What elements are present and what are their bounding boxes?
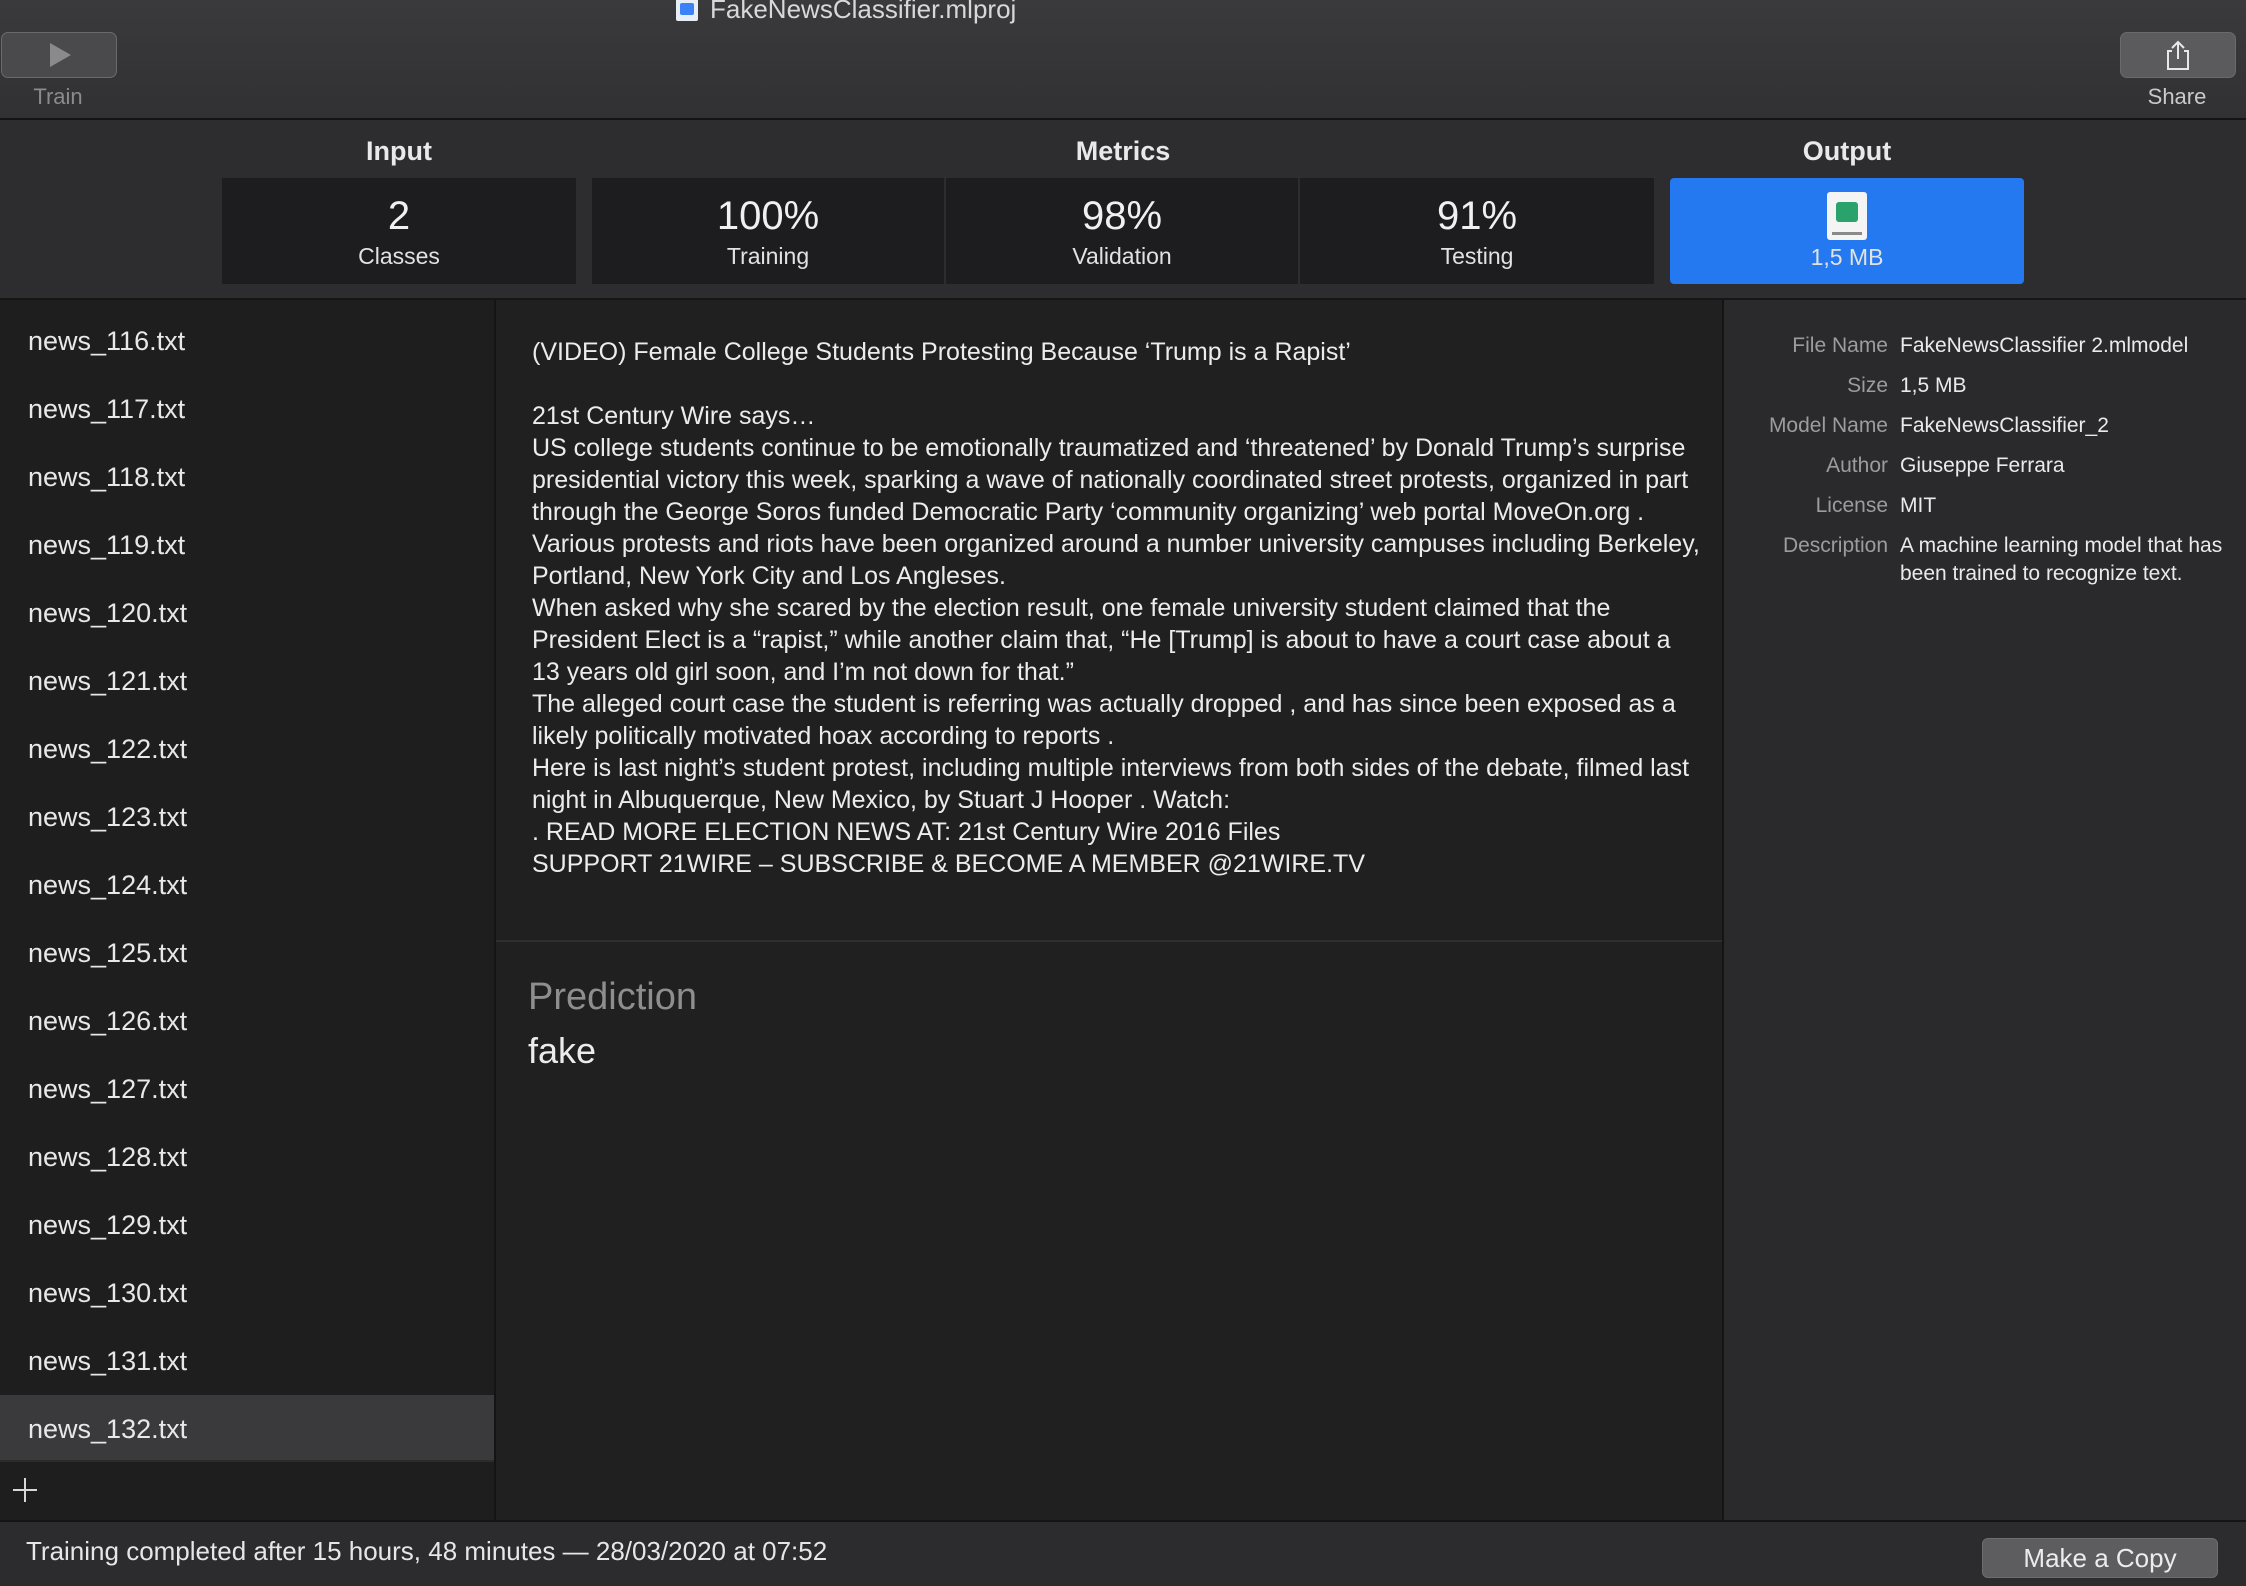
file-name: news_124.txt (28, 869, 188, 900)
metadata-key: File Name (1792, 334, 1888, 357)
file-name: news_128.txt (28, 1141, 188, 1172)
testing-metric-card[interactable]: 91% Testing (1300, 178, 1654, 284)
file-name: news_127.txt (28, 1073, 188, 1104)
metadata-value: FakeNewsClassifier_2 (1900, 414, 2109, 437)
prediction-label: Prediction (528, 976, 697, 1018)
testing-accuracy: 91% (1436, 193, 1518, 238)
file-list-item[interactable]: news_127.txt (0, 1055, 494, 1123)
file-name: news_116.txt (28, 325, 186, 356)
metadata-value: MIT (1900, 494, 1937, 517)
article-line: . READ MORE ELECTION NEWS AT: 21st Centu… (532, 818, 1281, 846)
article-line: Various protests and riots have been org… (532, 530, 1700, 590)
file-name: news_131.txt (28, 1345, 188, 1376)
article-text: (VIDEO) Female College Students Protesti… (532, 336, 1702, 880)
metadata-key: License (1815, 494, 1888, 517)
training-caption: Training (726, 242, 810, 269)
file-name: news_125.txt (28, 937, 188, 968)
share-icon (2167, 40, 2189, 70)
file-name: news_119.txt (28, 529, 186, 560)
file-name: news_130.txt (28, 1277, 188, 1308)
classes-count: 2 (387, 193, 411, 238)
metadata-key: Size (1847, 374, 1888, 397)
preview-pane: (VIDEO) Female College Students Protesti… (496, 300, 1722, 1520)
article-line: US college students continue to be emoti… (532, 434, 1689, 526)
validation-caption: Validation (1072, 242, 1172, 269)
validation-metric-card[interactable]: 98% Validation (946, 178, 1298, 284)
file-list-item[interactable]: news_120.txt (0, 579, 494, 647)
article-line: The alleged court case the student is re… (532, 690, 1676, 750)
train-label: Train (33, 84, 83, 109)
article-line: 21st Century Wire says… (532, 402, 816, 430)
file-list-item[interactable]: news_122.txt (0, 715, 494, 783)
file-name: news_129.txt (28, 1209, 188, 1240)
validation-accuracy: 98% (1081, 193, 1163, 238)
make-a-copy-button[interactable]: Make a Copy (1982, 1538, 2218, 1578)
file-list-item[interactable]: news_116.txt (0, 307, 494, 375)
output-size: 1,5 MB (1810, 243, 1884, 270)
add-file-icon[interactable] (12, 1476, 38, 1502)
file-name: news_117.txt (28, 393, 186, 424)
file-name: news_121.txt (28, 665, 188, 696)
file-name: news_132.txt (28, 1413, 188, 1444)
mlmodel-file-icon (1827, 191, 1867, 240)
sidebar-footer (0, 1460, 494, 1522)
window-title: FakeNewsClassifier.mlproj (676, 0, 1016, 24)
toolbar: FakeNewsClassifier.mlproj Train Share (0, 0, 2246, 120)
article-line: When asked why she scared by the electio… (532, 594, 1671, 686)
file-list-item[interactable]: news_131.txt (0, 1327, 494, 1395)
file-name: news_123.txt (28, 801, 188, 832)
output-section-label: Output (1802, 136, 1892, 166)
file-list-item[interactable]: news_129.txt (0, 1191, 494, 1259)
file-list-item-selected[interactable]: news_132.txt (0, 1395, 494, 1463)
file-list-sidebar: news_116.txt news_117.txt news_118.txt n… (0, 300, 496, 1522)
training-metric-card[interactable]: 100% Training (592, 178, 944, 284)
share-label: Share (2147, 84, 2207, 109)
file-list-item[interactable]: news_126.txt (0, 987, 494, 1055)
testing-caption: Testing (1440, 242, 1514, 269)
file-list-item[interactable]: news_124.txt (0, 851, 494, 919)
train-button[interactable] (1, 32, 117, 78)
article-line: SUPPORT 21WIRE – SUBSCRIBE & BECOME A ME… (532, 850, 1365, 878)
metadata-key: Author (1826, 454, 1888, 477)
prediction-divider (496, 940, 1722, 942)
file-list-item[interactable]: news_125.txt (0, 919, 494, 987)
model-metadata-panel (1722, 300, 2246, 1520)
file-list-item[interactable]: news_121.txt (0, 647, 494, 715)
metadata-key: Description (1782, 534, 1888, 557)
input-section-label: Input (366, 136, 432, 166)
input-classes-card[interactable]: 2 Classes (222, 178, 576, 284)
metadata-value: Giuseppe Ferrara (1900, 454, 2065, 477)
metrics-section-label: Metrics (1075, 136, 1171, 166)
metadata-value: A machine learning model that has been t… (1900, 534, 2223, 585)
play-icon (50, 43, 71, 67)
window-title-text: FakeNewsClassifier.mlproj (710, 0, 1017, 24)
metadata-key: Model Name (1768, 414, 1888, 437)
metadata-value: 1,5 MB (1900, 374, 1967, 397)
article-line: Here is last night’s student protest, in… (532, 754, 1690, 814)
file-list-item[interactable]: news_119.txt (0, 511, 494, 579)
status-bar: Training completed after 15 hours, 48 mi… (0, 1520, 2246, 1586)
metadata-value: FakeNewsClassifier 2.mlmodel (1900, 334, 2189, 357)
file-list-item[interactable]: news_117.txt (0, 375, 494, 443)
file-name: news_120.txt (28, 597, 188, 628)
training-accuracy: 100% (716, 193, 820, 238)
share-button[interactable] (2120, 32, 2236, 78)
file-list-item[interactable]: news_123.txt (0, 783, 494, 851)
file-list-item[interactable]: news_118.txt (0, 443, 494, 511)
prediction-value: fake (528, 1030, 597, 1071)
training-status-text: Training completed after 15 hours, 48 mi… (26, 1536, 828, 1566)
file-name: news_122.txt (28, 733, 188, 764)
classes-caption: Classes (358, 242, 440, 269)
file-list-item[interactable]: news_130.txt (0, 1259, 494, 1327)
file-name: news_118.txt (28, 461, 186, 492)
project-file-icon (676, 0, 698, 21)
file-list-item[interactable]: news_128.txt (0, 1123, 494, 1191)
article-title: (VIDEO) Female College Students Protesti… (532, 338, 1351, 366)
output-model-card[interactable]: 1,5 MB (1670, 178, 2024, 284)
file-name: news_126.txt (28, 1005, 188, 1036)
